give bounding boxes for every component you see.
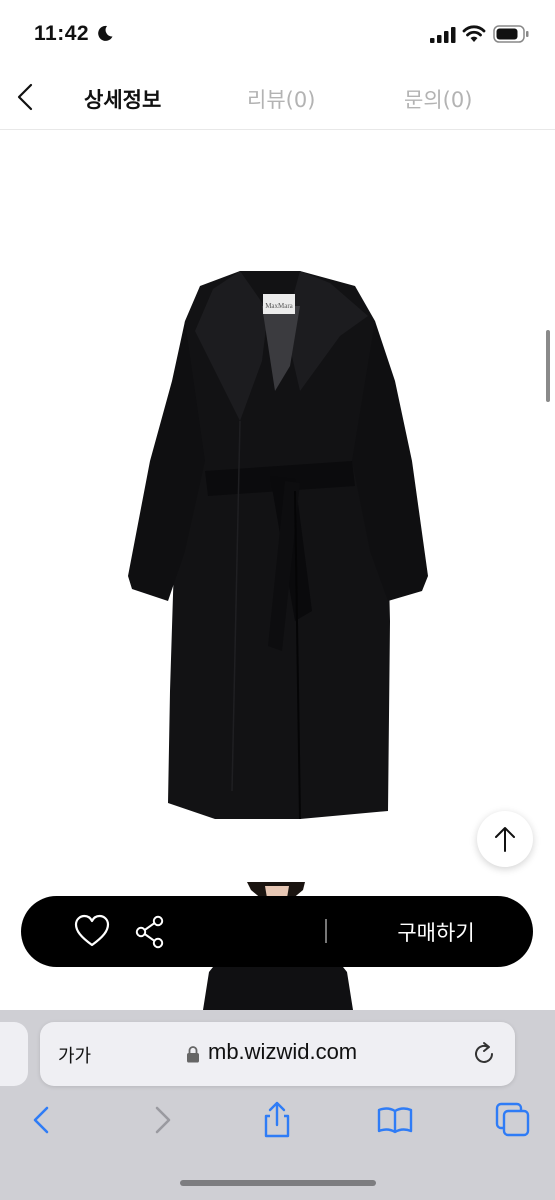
heart-icon (74, 914, 110, 947)
scroll-to-top-button[interactable] (477, 811, 533, 867)
reload-icon[interactable] (470, 1040, 498, 1068)
signal-icon (430, 27, 456, 43)
wishlist-button[interactable] (73, 913, 111, 949)
lock-icon (187, 1046, 199, 1063)
tab-reviews[interactable]: 리뷰(0) (247, 84, 315, 114)
previous-tab-preview[interactable] (0, 1022, 28, 1086)
address-bar[interactable]: 가가 mb.wizwid.com (40, 1022, 515, 1086)
arrow-up-icon (495, 827, 515, 852)
divider (325, 919, 327, 943)
share-icon[interactable] (257, 1100, 297, 1140)
status-bar: 11:42 (0, 0, 555, 64)
back-button[interactable] (8, 76, 42, 118)
back-icon[interactable] (22, 1100, 62, 1140)
product-image: MaxMara (0, 131, 555, 881)
share-button[interactable] (134, 915, 166, 949)
url-text[interactable]: mb.wizwid.com (208, 1039, 357, 1065)
tab-details[interactable]: 상세정보 (84, 84, 161, 114)
brand-label: MaxMara (265, 302, 293, 310)
wifi-icon (462, 25, 486, 42)
scroll-indicator[interactable] (546, 330, 550, 402)
text-size-button[interactable]: 가가 (58, 1042, 91, 1068)
tab-qna[interactable]: 문의(0) (404, 84, 472, 114)
status-time: 11:42 (34, 22, 90, 45)
moon-icon (98, 25, 113, 41)
buy-button[interactable]: 구매하기 (361, 896, 511, 967)
forward-icon[interactable] (142, 1100, 182, 1140)
home-indicator[interactable] (180, 1180, 376, 1186)
tab-bar: 상세정보 리뷰(0) 문의(0) (0, 64, 555, 130)
tabs-icon[interactable] (493, 1100, 533, 1140)
chevron-left-icon (17, 83, 33, 111)
share-icon (135, 915, 164, 949)
battery-icon (493, 25, 529, 43)
bookmarks-icon[interactable] (375, 1100, 415, 1140)
coat-illustration: MaxMara (128, 271, 428, 820)
purchase-bar: 구매하기 (21, 896, 533, 967)
